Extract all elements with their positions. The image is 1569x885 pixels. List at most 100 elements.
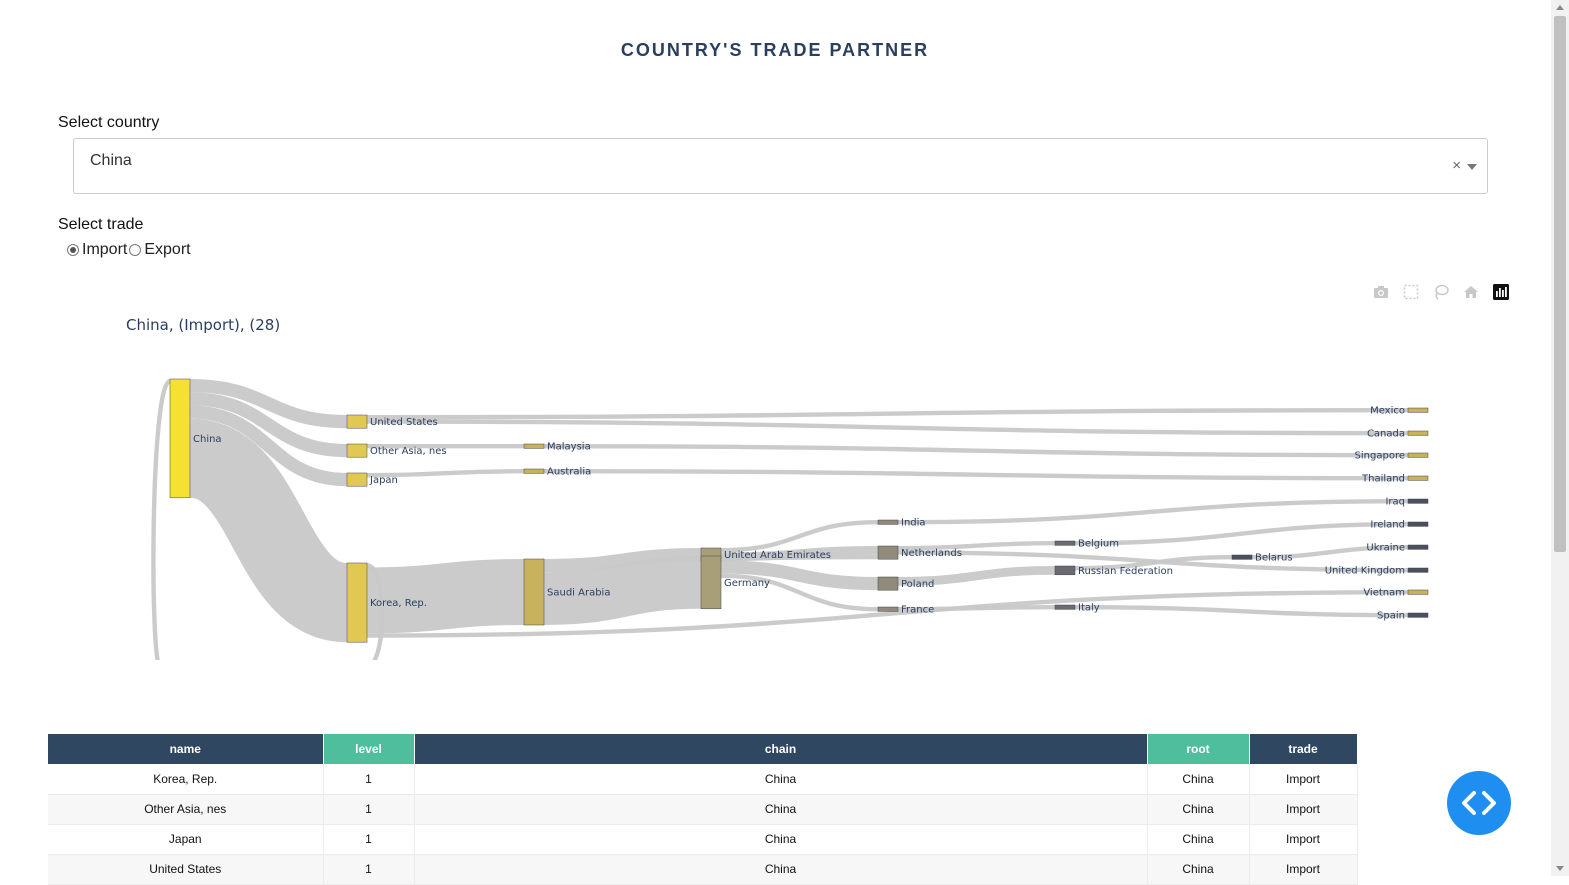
cell-root[interactable]: China (1147, 794, 1250, 825)
sankey-label-canada: Canada (1367, 429, 1405, 440)
scroll-down-icon[interactable] (1556, 866, 1564, 871)
page-title: COUNTRY'S TRADE PARTNER (620, 40, 930, 60)
sankey-node-belgium[interactable] (1054, 540, 1076, 546)
sankey-label-ireland: Ireland (1370, 520, 1405, 531)
sankey-link-belgium-ireland[interactable] (1074, 522, 1409, 546)
chart-modebar (1362, 282, 1512, 302)
sankey-node-mexico[interactable] (1407, 407, 1429, 413)
sankey-node-russia[interactable] (1054, 565, 1076, 576)
plotly-logo-icon[interactable] (1490, 282, 1512, 302)
sankey-link-australia-thailand[interactable] (543, 469, 1409, 481)
sankey-node-japan[interactable] (346, 472, 368, 487)
sankey-label-japan: Japan (369, 475, 398, 486)
lasso-icon[interactable] (1430, 282, 1452, 302)
sankey-link-us-canada[interactable] (366, 419, 1409, 436)
cell-root[interactable]: China (1147, 854, 1250, 885)
sankey-node-malaysia[interactable] (523, 443, 545, 449)
cell-name[interactable]: Korea, Rep. (48, 764, 324, 795)
sankey-node-singapore[interactable] (1407, 452, 1429, 458)
sankey-node-china[interactable] (169, 378, 191, 499)
radio-export-circle[interactable] (129, 244, 142, 256)
sankey-label-saudi: Saudi Arabia (547, 588, 610, 599)
cell-chain[interactable]: China (414, 854, 1148, 885)
table-row[interactable]: Other Asia, nes 1 China China Import (48, 794, 1358, 825)
cell-trade[interactable]: Import (1249, 794, 1358, 825)
trade-radio-group: Import Export (67, 241, 193, 259)
sankey-link-malaysia-singapore[interactable] (543, 444, 1409, 458)
column-header-trade[interactable]: trade (1249, 734, 1358, 764)
cell-trade[interactable]: Import (1249, 824, 1358, 855)
code-toggle-button[interactable] (1447, 771, 1511, 835)
sankey-node-thailand[interactable] (1407, 475, 1429, 481)
sankey-link-us-mexico[interactable] (366, 408, 1409, 420)
radio-export-label[interactable]: Export (144, 241, 190, 259)
scrollbar-thumb[interactable] (1554, 16, 1566, 552)
table-header-row: name level chain root trade (48, 734, 1358, 764)
country-dropdown[interactable]: China × (73, 138, 1488, 194)
cell-name[interactable]: United States (48, 854, 324, 885)
cell-trade[interactable]: Import (1249, 764, 1358, 795)
radio-import[interactable]: Import (67, 241, 127, 259)
sankey-nodes (169, 378, 1429, 643)
cell-chain[interactable]: China (414, 794, 1148, 825)
cell-level[interactable]: 1 (323, 794, 415, 825)
sankey-node-oan[interactable] (346, 443, 368, 458)
cell-root[interactable]: China (1147, 824, 1250, 855)
sankey-label-germany: Germany (724, 578, 770, 589)
radio-export[interactable]: Export (129, 241, 191, 259)
sankey-node-india[interactable] (877, 519, 899, 525)
column-header-name[interactable]: name (48, 734, 324, 764)
sankey-link-italy-spain[interactable] (1074, 605, 1409, 618)
sankey-node-australia[interactable] (523, 468, 545, 474)
sankey-node-france[interactable] (877, 606, 899, 612)
cell-name[interactable]: Japan (48, 824, 324, 855)
cell-chain[interactable]: China (414, 764, 1148, 795)
sankey-node-saudi[interactable] (523, 558, 545, 626)
radio-import-label[interactable]: Import (82, 241, 127, 259)
sankey-link-india-iraq[interactable] (897, 499, 1409, 525)
trade-select-label: Select trade (58, 216, 144, 233)
sankey-node-poland[interactable] (877, 576, 899, 591)
cell-level[interactable]: 1 (323, 854, 415, 885)
home-icon[interactable] (1460, 282, 1482, 302)
sankey-node-spain[interactable] (1407, 612, 1429, 618)
cell-name[interactable]: Other Asia, nes (48, 794, 324, 825)
cell-root[interactable]: China (1147, 764, 1250, 795)
sankey-node-italy[interactable] (1054, 604, 1076, 610)
sankey-label-ukraine: Ukraine (1366, 543, 1405, 554)
sankey-node-canada[interactable] (1407, 430, 1429, 436)
sankey-node-vietnam[interactable] (1407, 589, 1429, 595)
chevron-down-icon[interactable] (1467, 164, 1477, 170)
sankey-node-us[interactable] (346, 414, 368, 429)
cell-chain[interactable]: China (414, 824, 1148, 855)
sankey-label-singapore: Singapore (1355, 451, 1405, 462)
sankey-label-italy: Italy (1078, 603, 1100, 614)
table-row[interactable]: Korea, Rep. 1 China China Import (48, 764, 1358, 795)
sankey-node-ukraine[interactable] (1407, 544, 1429, 550)
sankey-node-korea[interactable] (346, 562, 368, 643)
sankey-node-uk[interactable] (1407, 567, 1429, 573)
radio-import-circle[interactable] (67, 244, 79, 256)
page-scrollbar[interactable] (1551, 0, 1569, 876)
camera-icon[interactable] (1370, 282, 1392, 302)
sankey-label-us: United States (370, 417, 438, 428)
sankey-node-belarus[interactable] (1231, 554, 1253, 560)
box-select-icon[interactable] (1400, 282, 1422, 302)
cell-trade[interactable]: Import (1249, 854, 1358, 885)
sankey-label-australia: Australia (547, 467, 591, 478)
sankey-node-netherlands[interactable] (877, 545, 899, 560)
sankey-node-germany[interactable] (700, 555, 722, 610)
sankey-node-iraq[interactable] (1407, 498, 1429, 504)
cell-level[interactable]: 1 (323, 764, 415, 795)
sankey-node-ireland[interactable] (1407, 521, 1429, 527)
table-row[interactable]: United States 1 China China Import (48, 854, 1358, 885)
cell-level[interactable]: 1 (323, 824, 415, 855)
column-header-root[interactable]: root (1147, 734, 1250, 764)
sankey-link-uae-india[interactable] (720, 520, 879, 553)
scroll-up-icon[interactable] (1556, 5, 1564, 10)
column-header-chain[interactable]: chain (414, 734, 1148, 764)
sankey-label-mexico: Mexico (1370, 406, 1405, 417)
column-header-level[interactable]: level (323, 734, 415, 764)
table-row[interactable]: Japan 1 China China Import (48, 824, 1358, 855)
clear-icon[interactable]: × (1452, 157, 1461, 174)
